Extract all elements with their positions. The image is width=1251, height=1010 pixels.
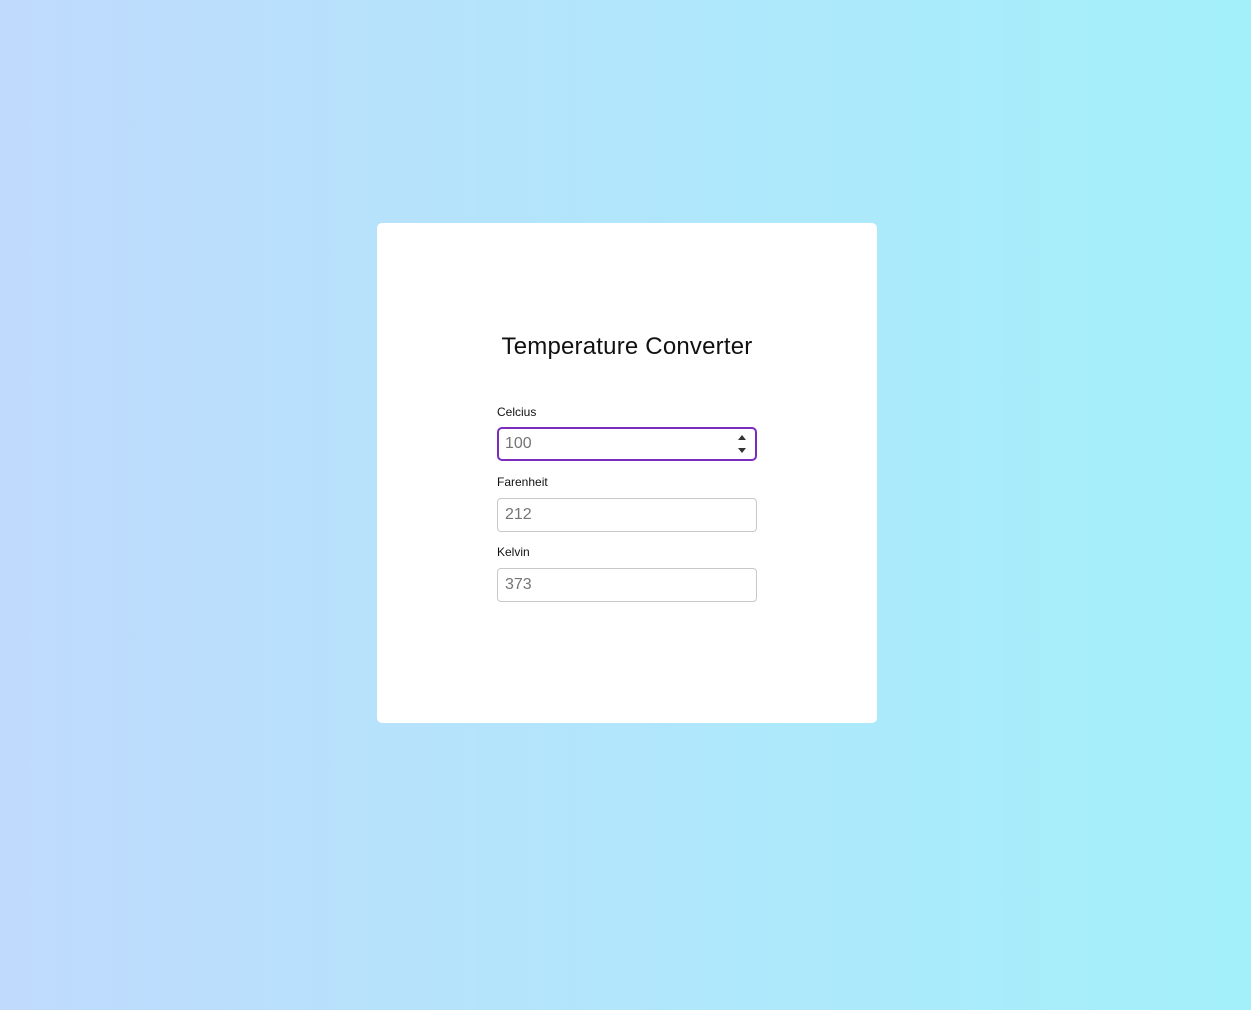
- kelvin-label: Kelvin: [497, 545, 530, 559]
- farenheit-input[interactable]: 212: [497, 498, 757, 532]
- caret-up-icon[interactable]: [738, 435, 746, 440]
- celcius-input[interactable]: 100: [497, 427, 757, 461]
- celcius-placeholder: 100: [505, 435, 532, 452]
- caret-down-icon[interactable]: [738, 448, 746, 453]
- converter-card: Temperature Converter Celcius 100 Farenh…: [377, 223, 877, 723]
- celcius-stepper[interactable]: [735, 433, 749, 455]
- kelvin-placeholder: 373: [505, 576, 532, 593]
- kelvin-input[interactable]: 373: [497, 568, 757, 602]
- farenheit-placeholder: 212: [505, 506, 532, 523]
- page-title: Temperature Converter: [501, 333, 753, 360]
- celcius-label: Celcius: [497, 405, 537, 419]
- farenheit-label: Farenheit: [497, 475, 548, 489]
